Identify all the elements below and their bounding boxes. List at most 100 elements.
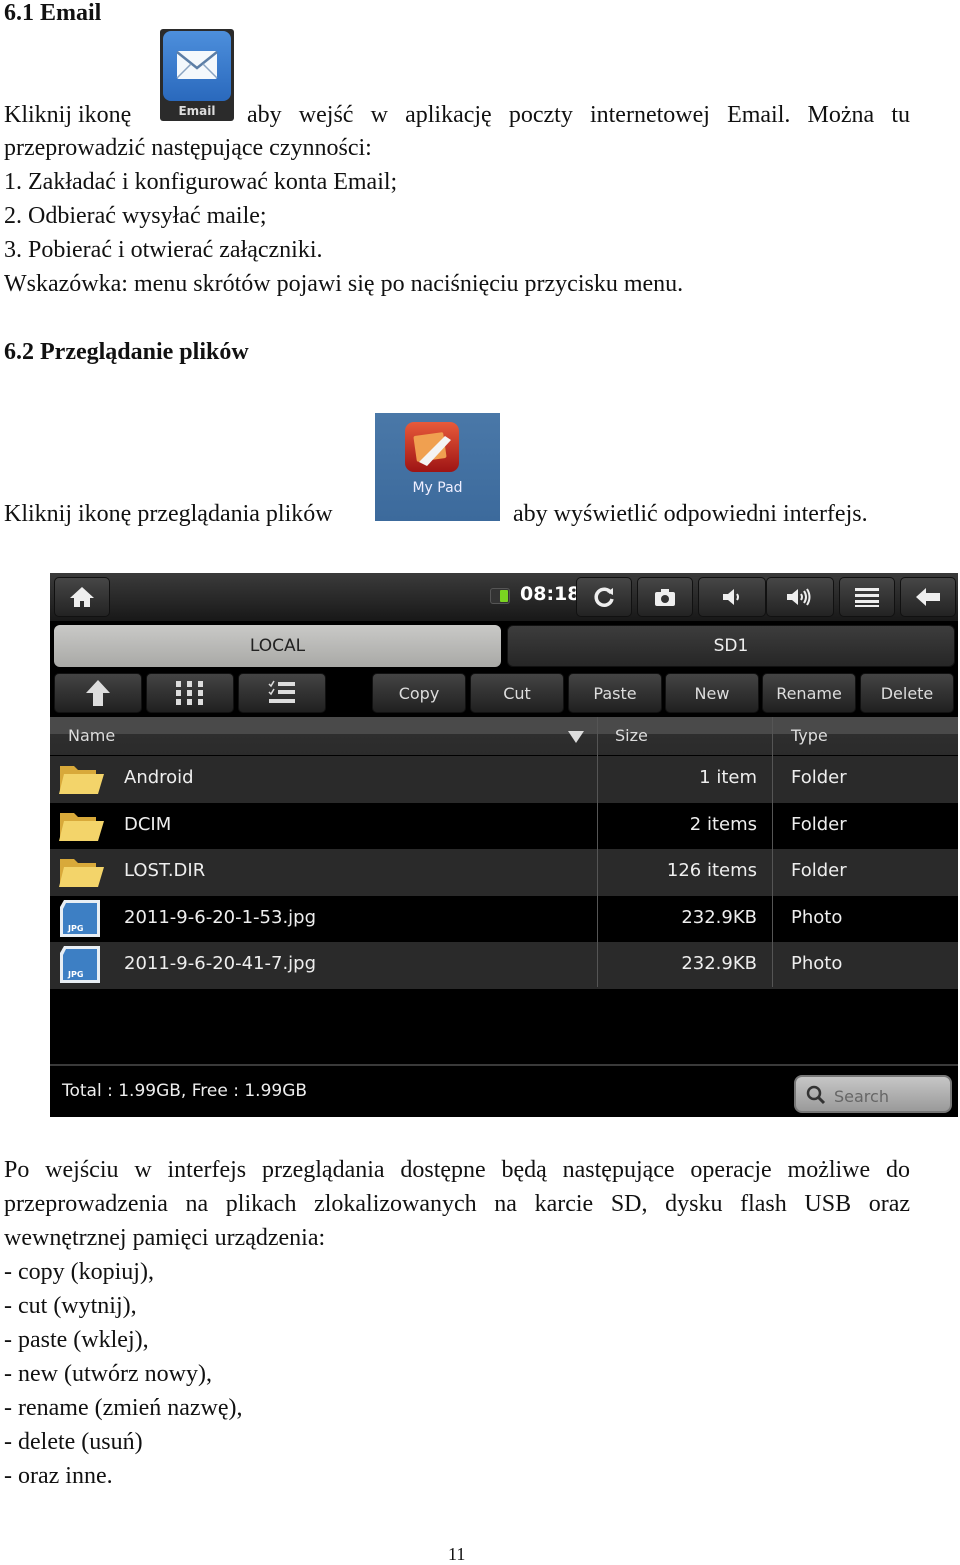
files-intro-start: Kliknij ikonę przeglądania plików (4, 501, 333, 527)
svg-text:JPG: JPG (67, 970, 83, 979)
menu-icon (855, 588, 879, 607)
file-type: Folder (791, 767, 847, 788)
volume-down-button[interactable] (698, 577, 766, 617)
paste-button[interactable]: Paste (568, 673, 662, 713)
search-box[interactable] (794, 1075, 952, 1113)
file-name: DCIM (124, 813, 172, 835)
file-name: 2011-9-6-20-41-7.jpg (124, 953, 317, 974)
file-row[interactable]: DCIM 2 items Folder (50, 802, 958, 849)
column-divider (772, 717, 773, 987)
file-toolbar: Copy Cut Paste New Rename Delete (50, 671, 958, 717)
file-type: Photo (791, 953, 843, 974)
file-type: Folder (791, 860, 847, 881)
file-browser-screenshot: 08:18 LOCAL SD1 Copy Cut Paste New Renam… (50, 573, 958, 1117)
file-type: Folder (791, 813, 847, 835)
email-list-item: 3. Pobierać i otwierać załączniki. (4, 237, 323, 263)
column-header-type[interactable]: Type (791, 726, 828, 745)
storage-info: Total : 1.99GB, Free : 1.99GB (62, 1081, 308, 1101)
file-type: Photo (791, 906, 843, 928)
grid-view-button[interactable] (146, 673, 234, 713)
column-header-name[interactable]: Name (68, 726, 115, 745)
folder-icon (59, 812, 104, 841)
home-button[interactable] (54, 577, 110, 617)
rename-button[interactable]: Rename (762, 673, 856, 713)
home-icon (70, 587, 94, 607)
folder-icon (59, 766, 104, 794)
new-button[interactable]: New (665, 673, 759, 713)
operation-item: - oraz inne. (4, 1463, 113, 1489)
camera-icon (655, 589, 675, 606)
email-list-item: 2. Odbierać wysyłać maile; (4, 203, 267, 229)
copy-button[interactable]: Copy (372, 673, 466, 713)
up-arrow-icon (86, 680, 110, 706)
operation-item: - rename (zmień nazwę), (4, 1395, 243, 1421)
email-intro-rest: aby wejść w aplikację poczty internetowe… (247, 102, 910, 128)
grid-view-icon (176, 681, 203, 705)
file-list: Android 1 item Folder DCIM 2 items Folde… (50, 756, 958, 989)
folder-app-icon (405, 422, 459, 472)
file-name: Android (124, 767, 194, 788)
file-row[interactable]: JPG 2011-9-6-20-1-53.jpg 232.9KB Photo (50, 895, 958, 942)
file-size: 2 items (689, 813, 757, 835)
battery-icon (490, 588, 510, 604)
operations-paragraph-line: wewnętrznej pamięci urządzenia: (4, 1225, 326, 1251)
storage-tabs: LOCAL SD1 (50, 621, 958, 671)
operation-item: - copy (kopiuj), (4, 1259, 154, 1285)
file-size: 126 items (666, 860, 757, 881)
cut-button[interactable]: Cut (470, 673, 564, 713)
operation-item: - new (utwórz nowy), (4, 1361, 212, 1387)
screenshot-button[interactable] (637, 577, 693, 617)
delete-button[interactable]: Delete (860, 673, 954, 713)
page-number: 11 (448, 1544, 466, 1564)
column-header-size[interactable]: Size (615, 726, 648, 745)
search-icon (806, 1085, 826, 1105)
operations-paragraph-line: przeprowadzenia na plikach zlokalizowany… (4, 1191, 910, 1217)
back-icon (916, 588, 940, 606)
operation-item: - paste (wklej), (4, 1327, 149, 1353)
volume-up-button[interactable] (766, 577, 834, 617)
refresh-button[interactable] (576, 577, 632, 617)
section-heading-email: 6.1 Email (4, 0, 102, 26)
file-size: 1 item (699, 767, 757, 788)
volume-down-icon (723, 589, 739, 605)
storage-footer: Total : 1.99GB, Free : 1.99GB (50, 1064, 958, 1117)
envelope-icon (163, 31, 231, 101)
status-bar: 08:18 (50, 573, 958, 621)
multi-select-icon (268, 680, 295, 703)
clock: 08:18 (520, 583, 581, 605)
file-row[interactable]: Android 1 item Folder (50, 756, 958, 803)
file-size: 232.9KB (681, 953, 757, 974)
sort-descending-icon[interactable] (568, 731, 584, 743)
file-row[interactable]: LOST.DIR 126 items Folder (50, 849, 958, 896)
tab-sd1[interactable]: SD1 (507, 625, 955, 667)
operation-item: - delete (usuń) (4, 1429, 143, 1455)
svg-text:JPG: JPG (67, 924, 83, 933)
multi-select-button[interactable] (238, 673, 326, 713)
refresh-icon (594, 587, 614, 607)
mypad-app-icon: My Pad (375, 413, 500, 521)
column-divider (597, 717, 598, 987)
mypad-icon-label: My Pad (412, 480, 463, 496)
email-tip: Wskazówka: menu skrótów pojawi się po na… (4, 271, 684, 297)
jpg-file-icon: JPG (60, 899, 100, 937)
file-size: 232.9KB (681, 906, 757, 928)
file-row[interactable]: JPG 2011-9-6-20-41-7.jpg 232.9KB Photo (50, 942, 958, 989)
folder-icon (59, 859, 104, 887)
email-icon-label: Email (178, 104, 216, 118)
volume-up-icon (787, 588, 811, 606)
file-name: LOST.DIR (124, 860, 206, 881)
email-intro-line2: przeprowadzić następujące czynności: (4, 135, 372, 161)
section-heading-files: 6.2 Przeglądanie plików (4, 339, 249, 365)
email-app-icon: Email (160, 29, 234, 121)
back-button[interactable] (900, 577, 956, 617)
email-list-item: 1. Zakładać i konfigurować konta Email; (4, 169, 398, 195)
operation-item: - cut (wytnij), (4, 1293, 137, 1319)
email-intro-start: Kliknij ikonę (4, 102, 132, 128)
jpg-file-icon: JPG (60, 946, 100, 983)
files-intro-end: aby wyświetlić odpowiedni interfejs. (513, 501, 868, 527)
operations-paragraph-line: Po wejściu w interfejs przeglądania dost… (4, 1157, 910, 1183)
up-folder-button[interactable] (54, 673, 142, 713)
menu-button[interactable] (839, 577, 895, 617)
tab-local[interactable]: LOCAL (54, 625, 501, 667)
search-input[interactable] (832, 1083, 946, 1109)
